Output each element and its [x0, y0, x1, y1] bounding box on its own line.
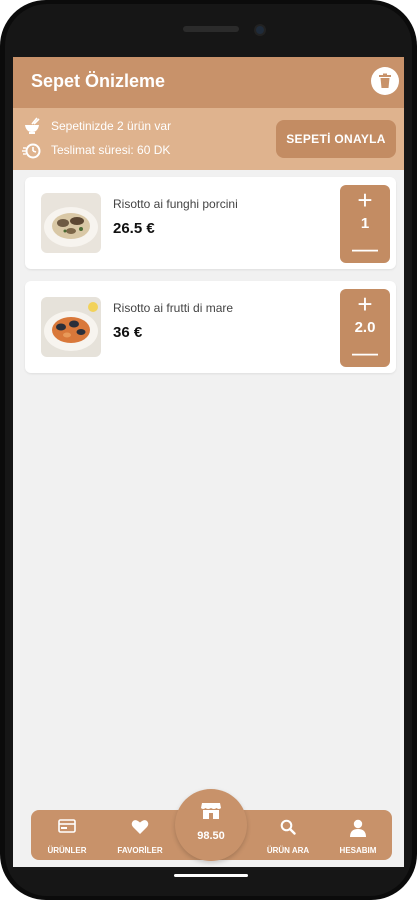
- quantity-stepper: + 2.0 —: [340, 289, 390, 367]
- store-icon: [201, 803, 221, 819]
- nav-label-favorites: FAVORİLER: [117, 846, 163, 855]
- nav-favorites[interactable]: FAVORİLER: [109, 810, 171, 860]
- confirm-cart-button[interactable]: SEPETİ ONAYLA: [276, 120, 396, 158]
- account-icon: [350, 819, 366, 837]
- phone-speaker: [183, 26, 239, 32]
- item-price: 26.5 €: [113, 220, 155, 237]
- quantity-value: 2.0: [354, 319, 376, 336]
- dish-image-frutti: [41, 297, 101, 357]
- nav-products[interactable]: ÜRÜNLER: [35, 810, 99, 860]
- home-indicator: [174, 874, 248, 877]
- cart-item: Risotto ai funghi porcini 26.5 € + 1 —: [25, 177, 396, 269]
- item-price: 36 €: [113, 324, 143, 341]
- item-count-row: Sepetinizde 2 ürün var: [22, 117, 171, 135]
- page-title: Sepet Önizleme: [31, 71, 166, 91]
- nav-label-search: ÜRÜN ARA: [266, 846, 310, 855]
- search-icon: [280, 819, 296, 835]
- decrease-button[interactable]: —: [340, 235, 390, 261]
- increase-button[interactable]: +: [340, 291, 390, 317]
- nav-label-account: HESABIM: [339, 846, 377, 855]
- quantity-stepper: + 1 —: [340, 185, 390, 263]
- decrease-button[interactable]: —: [340, 339, 390, 365]
- dish-image-porcini: [41, 193, 101, 253]
- nav-search[interactable]: ÜRÜN ARA: [257, 810, 319, 860]
- item-name: Risotto ai frutti di mare: [113, 301, 234, 315]
- products-icon: [58, 819, 76, 833]
- increase-button[interactable]: +: [340, 187, 390, 213]
- nav-account[interactable]: HESABIM: [326, 810, 390, 860]
- phone-frame: Sepet Önizleme Sepetinizde 2 ürün var Te…: [0, 0, 417, 900]
- cart-total-value: 98.50: [197, 830, 225, 842]
- cart-item: Risotto ai frutti di mare 36 € + 2.0 —: [25, 281, 396, 373]
- app-header: Sepet Önizleme: [13, 57, 404, 108]
- bowl-icon: [22, 117, 42, 135]
- nav-label-products: ÜRÜNLER: [47, 846, 87, 855]
- quantity-value: 1: [360, 215, 370, 232]
- app-screen: Sepet Önizleme Sepetinizde 2 ürün var Te…: [13, 57, 404, 867]
- delivery-time-row: Teslimat süresi: 60 DK: [22, 141, 170, 159]
- phone-camera: [256, 26, 264, 34]
- cart-total-button[interactable]: 98.50: [175, 789, 247, 861]
- clear-cart-button[interactable]: [371, 67, 399, 95]
- item-count-text: Sepetinizde 2 ürün var: [51, 119, 172, 133]
- heart-icon: [131, 820, 149, 834]
- trash-icon: [379, 73, 391, 88]
- delivery-time-text: Teslimat süresi: 60 DK: [51, 143, 171, 157]
- item-name: Risotto ai funghi porcini: [113, 197, 238, 211]
- clock-icon: [22, 141, 42, 159]
